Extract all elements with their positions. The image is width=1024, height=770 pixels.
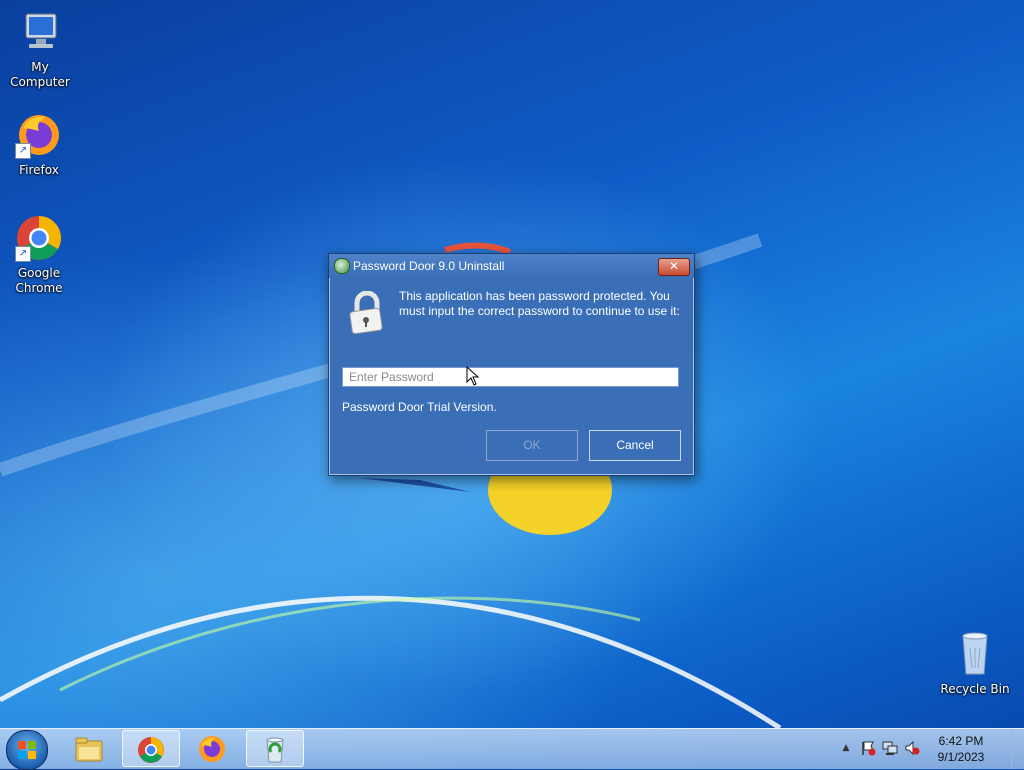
chrome-icon xyxy=(138,737,164,763)
show-hidden-icons-button[interactable]: ▲ xyxy=(838,740,854,756)
desktop-icon-label: Recycle Bin xyxy=(940,682,1010,696)
password-door-icon xyxy=(334,258,350,274)
windows-explorer-icon xyxy=(75,737,103,762)
taskbar-windows-explorer[interactable] xyxy=(61,730,119,767)
shortcut-arrow-icon: ↗ xyxy=(15,143,31,159)
dialog-titlebar[interactable]: Password Door 9.0 Uninstall ✕ xyxy=(329,254,694,278)
desktop-icon-label: Firefox xyxy=(19,163,59,177)
chrome-icon: ↗ xyxy=(15,214,63,262)
clock-time: 6:42 PM xyxy=(938,734,984,748)
shortcut-arrow-icon: ↗ xyxy=(15,246,31,262)
dialog-message: This application has been password prote… xyxy=(399,289,680,318)
firefox-icon: ↗ xyxy=(15,111,63,159)
taskbar-firefox[interactable] xyxy=(184,730,242,767)
system-tray: ▲ 6:42 PM 9/1/2023 xyxy=(834,729,1024,769)
show-desktop-button[interactable] xyxy=(1011,729,1024,769)
cancel-button[interactable]: Cancel xyxy=(589,430,681,461)
mouse-cursor-icon xyxy=(466,366,480,386)
lock-icon xyxy=(347,290,387,335)
desktop-icon-label: Google Chrome xyxy=(15,266,63,295)
ok-button[interactable]: OK xyxy=(486,430,578,461)
firefox-icon xyxy=(199,736,225,762)
desktop-icon-my-computer[interactable]: My Computer xyxy=(0,8,80,90)
desktop-icon-google-chrome[interactable]: ↗ Google Chrome xyxy=(0,214,79,296)
volume-muted-icon[interactable] xyxy=(904,740,920,756)
dialog-title: Password Door 9.0 Uninstall xyxy=(353,259,505,273)
password-dialog: Password Door 9.0 Uninstall ✕ This appli… xyxy=(328,253,695,476)
windows-logo-icon xyxy=(18,741,36,759)
computer-icon xyxy=(16,8,64,56)
clock-date: 9/1/2023 xyxy=(937,750,985,764)
password-input[interactable] xyxy=(342,367,679,387)
network-icon[interactable] xyxy=(882,740,898,756)
taskbar-clock[interactable]: 6:42 PM 9/1/2023 xyxy=(926,733,996,765)
trial-version-text: Password Door Trial Version. xyxy=(342,400,497,414)
action-center-icon[interactable] xyxy=(860,740,876,756)
recycle-bin-icon xyxy=(951,630,999,678)
taskbar: ▲ 6:42 PM 9/1/2023 xyxy=(0,728,1024,770)
desktop-icon-label: My Computer xyxy=(10,60,70,89)
start-button[interactable] xyxy=(6,730,48,770)
password-door-icon xyxy=(266,737,284,763)
taskbar-chrome[interactable] xyxy=(122,730,180,767)
desktop-icon-firefox[interactable]: ↗ Firefox xyxy=(0,111,79,178)
desktop-icon-recycle-bin[interactable]: Recycle Bin xyxy=(935,630,1015,697)
taskbar-password-door[interactable] xyxy=(246,730,304,767)
close-button[interactable]: ✕ xyxy=(658,258,690,276)
